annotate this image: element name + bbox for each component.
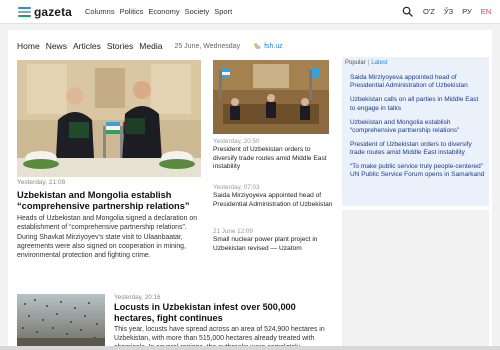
side-news-time: Yesterday, 20:50	[213, 138, 260, 145]
weather-link[interactable]: fsh.uz	[264, 43, 283, 50]
site-logo[interactable]: gazeta	[18, 5, 72, 19]
section-articles[interactable]: Articles	[73, 41, 101, 51]
nav-columns[interactable]: Columns	[85, 7, 115, 16]
nav-economy[interactable]: Economy	[148, 7, 179, 16]
locust-article-title[interactable]: Locusts in Uzbekistan infest over 500,00…	[114, 302, 334, 324]
section-media[interactable]: Media	[139, 41, 162, 51]
sidebar-item[interactable]: Saida Mirziyoyeva appointed head of Pres…	[350, 74, 485, 91]
top-navigation: Columns Politics Economy Society Sport	[85, 7, 237, 16]
cloud-sun-icon	[254, 43, 261, 49]
lead-article-title[interactable]: Uzbekistan and Mongolia establish “compr…	[17, 190, 207, 212]
sidebar-item[interactable]: “To make public service truly people-cen…	[350, 163, 485, 180]
tab-latest[interactable]: Latest	[371, 60, 387, 66]
section-news[interactable]: News	[46, 41, 67, 51]
search-icon[interactable]	[402, 6, 413, 17]
lang-ru[interactable]: РУ	[462, 7, 472, 16]
side-news-time: Yesterday, 07:03	[213, 184, 260, 191]
section-stories[interactable]: Stories	[107, 41, 133, 51]
logo-icon	[18, 6, 31, 18]
lead-article-image[interactable]	[17, 60, 201, 177]
lead-article-time: Yesterday, 21:08	[17, 179, 66, 186]
side-news-time: 21 June 12:09	[213, 228, 253, 235]
sidebar-list: Saida Mirziyoyeva appointed head of Pres…	[350, 74, 485, 185]
sidebar-tabs: Popular | Latest	[345, 60, 388, 66]
lang-en[interactable]: EN	[481, 7, 491, 16]
side-news-title[interactable]: Saida Mirziyoyeva appointed head of Pres…	[213, 192, 335, 209]
current-date: 25 June, Wednesday	[174, 42, 241, 50]
lang-uz-cyrillic[interactable]: ЎЗ	[444, 7, 453, 16]
side-news-item[interactable]: Yesterday, 20:50 President of Uzbekistan…	[213, 138, 335, 172]
lang-uz-latin[interactable]: O'Z	[423, 7, 435, 16]
side-news-title[interactable]: Small nuclear power plant project in Uzb…	[213, 236, 335, 253]
top-bar: gazeta Columns Politics Economy Society …	[0, 0, 500, 24]
popular-latest-sidebar: Popular | Latest Saida Mirziyoyeva appoi…	[342, 57, 489, 206]
tab-popular[interactable]: Popular	[345, 60, 366, 66]
sidebar-item[interactable]: Uzbekistan calls on all parties in Middl…	[350, 96, 485, 113]
nav-sport[interactable]: Sport	[214, 7, 232, 16]
nav-society[interactable]: Society	[185, 7, 210, 16]
nav-politics[interactable]: Politics	[120, 7, 144, 16]
lead-article-description: Heads of Uzbekistan and Mongolia signed …	[17, 215, 198, 260]
sidebar-item[interactable]: Uzbekistan and Mongolia establish “compr…	[350, 119, 485, 136]
section-navigation: Home News Articles Stories Media 25 June…	[17, 41, 283, 51]
horizontal-scrollbar[interactable]	[0, 346, 500, 350]
language-switcher: O'Z ЎЗ РУ EN	[423, 7, 500, 16]
sidebar-item[interactable]: President of Uzbekistan orders to divers…	[350, 141, 485, 158]
side-news-title[interactable]: President of Uzbekistan orders to divers…	[213, 146, 335, 172]
locust-article-time: Yesterday, 20:16	[114, 294, 161, 301]
side-news-item[interactable]: Yesterday, 07:03 Saida Mirziyoyeva appoi…	[213, 184, 335, 209]
locust-article-image[interactable]	[17, 294, 105, 350]
side-news-item[interactable]: 21 June 12:09 Small nuclear power plant …	[213, 228, 335, 253]
main-content: Home News Articles Stories Media 25 June…	[8, 30, 492, 350]
tab-separator: |	[367, 60, 370, 66]
logo-text: gazeta	[34, 5, 72, 19]
side-news-image[interactable]	[213, 60, 329, 134]
section-home[interactable]: Home	[17, 41, 40, 51]
ad-placeholder	[342, 210, 489, 350]
